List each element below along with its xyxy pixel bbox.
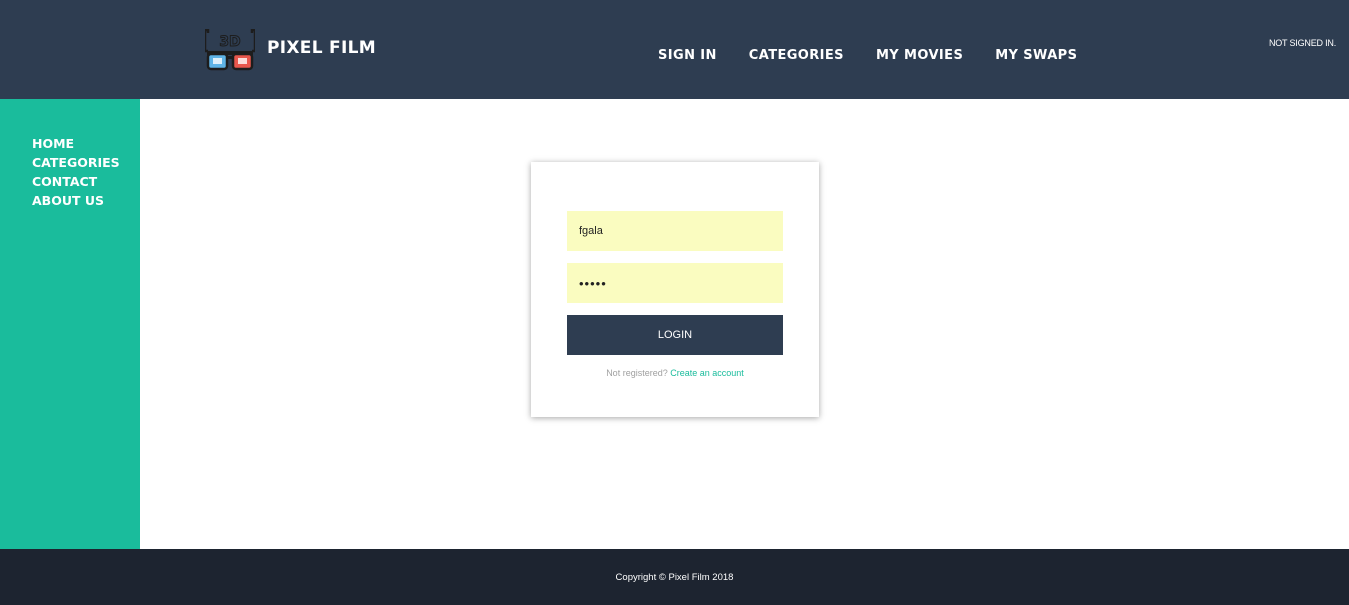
nav-my-swaps[interactable]: MY SWAPS bbox=[995, 48, 1077, 66]
svg-text:3D: 3D bbox=[219, 34, 240, 50]
create-account-link[interactable]: Create an account bbox=[670, 368, 744, 378]
3d-glasses-icon[interactable]: 3D bbox=[205, 29, 255, 71]
sidebar-link-about-us[interactable]: ABOUT US bbox=[32, 193, 104, 208]
footer: Copyright © Pixel Film 2018 bbox=[0, 549, 1349, 605]
login-button[interactable]: LOGIN bbox=[567, 315, 783, 355]
sidebar-item-contact: CONTACT bbox=[32, 173, 120, 192]
sidebar-item-home: HOME bbox=[32, 135, 120, 154]
nav-sign-in[interactable]: SIGN IN bbox=[658, 48, 717, 66]
brand-name[interactable]: PIXEL FILM bbox=[267, 38, 376, 58]
register-prompt-text: Not registered? bbox=[606, 368, 668, 378]
sidebar-item-categories: CATEGORIES bbox=[32, 154, 120, 173]
sidebar-link-home[interactable]: HOME bbox=[32, 136, 74, 151]
register-prompt: Not registered? Create an account bbox=[531, 368, 819, 378]
sidebar-link-contact[interactable]: CONTACT bbox=[32, 174, 97, 189]
sidebar-item-about-us: ABOUT US bbox=[32, 192, 120, 211]
copyright-text: Copyright © Pixel Film 2018 bbox=[615, 572, 734, 583]
username-input[interactable] bbox=[567, 211, 783, 251]
sidebar: HOME CATEGORIES CONTACT ABOUT US bbox=[0, 99, 140, 549]
nav-my-movies[interactable]: MY MOVIES bbox=[876, 48, 963, 66]
nav-categories[interactable]: CATEGORIES bbox=[749, 48, 844, 66]
sign-in-status: NOT SIGNED IN. bbox=[1268, 38, 1336, 48]
main-nav: SIGN IN CATEGORIES MY MOVIES MY SWAPS bbox=[658, 48, 1109, 66]
sidebar-menu: HOME CATEGORIES CONTACT ABOUT US bbox=[32, 135, 120, 211]
password-input[interactable] bbox=[567, 263, 783, 303]
sidebar-link-categories[interactable]: CATEGORIES bbox=[32, 155, 120, 170]
login-card: LOGIN Not registered? Create an account bbox=[531, 162, 819, 417]
top-header: 3D PIXEL FILM SIGN IN CATEGORIES MY MOVI… bbox=[0, 0, 1349, 99]
